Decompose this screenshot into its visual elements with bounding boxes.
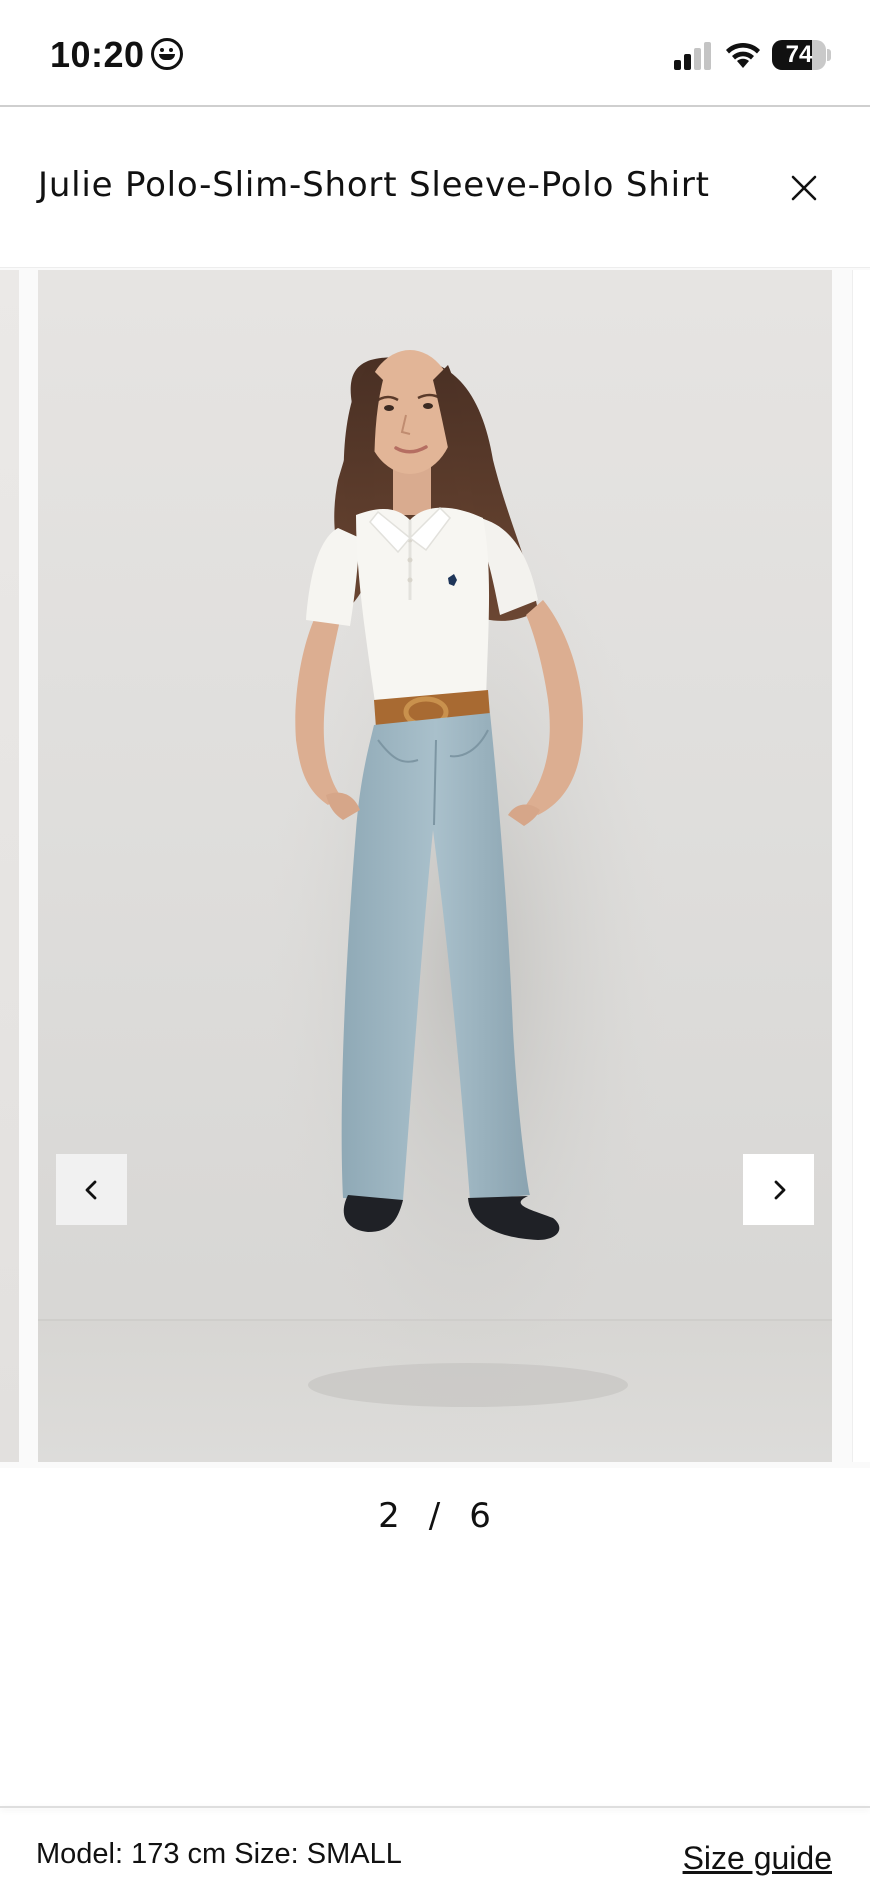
product-image bbox=[38, 270, 832, 1462]
model-photo bbox=[38, 350, 832, 1462]
modal-header: Julie Polo-Slim-Short Sleeve-Polo Shirt bbox=[0, 107, 870, 268]
status-bar: 10:20 74 bbox=[0, 0, 870, 105]
pager-separator: / bbox=[428, 1496, 442, 1536]
previous-slide-peek[interactable] bbox=[0, 270, 19, 1462]
status-time: 10:20 bbox=[50, 34, 183, 76]
wifi-icon bbox=[724, 40, 762, 75]
battery-level-text: 74 bbox=[785, 41, 813, 68]
cellular-signal-icon bbox=[674, 40, 714, 70]
image-pager: 2 / 6 bbox=[0, 1496, 870, 1536]
next-slide-peek[interactable] bbox=[852, 270, 870, 1462]
battery-icon: 74 bbox=[772, 40, 826, 70]
close-icon bbox=[791, 175, 817, 201]
smiley-icon bbox=[150, 38, 183, 71]
chevron-left-icon bbox=[85, 1180, 96, 1199]
previous-image-button[interactable] bbox=[56, 1154, 127, 1225]
model-info: Model: 173 cm Size: SMALL bbox=[36, 1838, 402, 1870]
sheet-bottom-edge bbox=[0, 1806, 870, 1808]
pager-current: 2 bbox=[378, 1496, 401, 1536]
battery-cap bbox=[827, 49, 831, 61]
chevron-right-icon bbox=[774, 1180, 785, 1199]
status-time-text: 10:20 bbox=[50, 34, 145, 75]
image-gallery[interactable] bbox=[0, 268, 870, 1468]
next-image-button[interactable] bbox=[743, 1154, 814, 1225]
product-title: Julie Polo-Slim-Short Sleeve-Polo Shirt bbox=[38, 165, 710, 205]
size-guide-link[interactable]: Size guide bbox=[683, 1840, 832, 1877]
pager-total: 6 bbox=[469, 1496, 492, 1536]
close-button[interactable] bbox=[778, 162, 830, 214]
